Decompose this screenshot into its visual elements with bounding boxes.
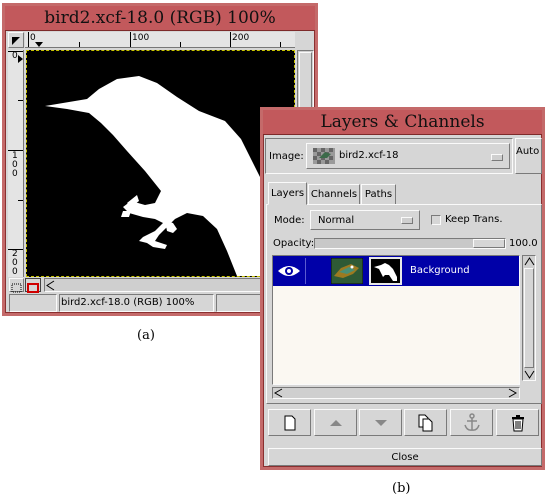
image-selector-panel: Image: bird2.xcf-18 (265, 138, 513, 174)
horizontal-ruler[interactable]: 0 100 200 (25, 32, 295, 48)
layers-list[interactable]: Background (272, 255, 520, 385)
mode-select[interactable]: Normal (310, 210, 420, 230)
raise-layer-button[interactable] (314, 409, 357, 436)
anchor-layer-button[interactable] (450, 409, 493, 436)
tab-layers[interactable]: Layers (268, 182, 307, 205)
layer-thumbnail (331, 258, 363, 284)
opacity-label: Opacity: (273, 238, 315, 249)
tab-channels[interactable]: Channels (308, 184, 360, 205)
eye-icon[interactable] (277, 263, 301, 279)
menu-arrow-icon (12, 37, 20, 45)
tab-channels-label: Channels (310, 189, 358, 200)
mode-label: Mode: (274, 215, 305, 226)
duplicate-layer-button[interactable] (404, 409, 447, 436)
scroll-up-icon (524, 257, 535, 266)
menu-arrow-button[interactable] (8, 32, 24, 48)
anchor-layer-icon (463, 412, 480, 431)
quick-mask-on-icon (27, 283, 39, 293)
raise-layer-icon (329, 419, 342, 426)
image-status-text: bird2.xcf-18.0 (RGB) 100% (59, 294, 214, 312)
quick-mask-off-button[interactable] (9, 278, 24, 293)
close-button-label: Close (391, 451, 419, 463)
ruler-label-100: 100 (132, 33, 150, 43)
layers-tab-panel: Mode: Normal Keep Trans. Opacity: 100.0 (266, 204, 542, 404)
layer-name: Background (410, 265, 470, 276)
layers-window-title[interactable]: Layers & Channels (263, 110, 542, 135)
ruler-pointer-icon (35, 42, 43, 47)
opacity-slider[interactable] (314, 238, 506, 249)
bird-silhouette (45, 76, 293, 276)
ruler-label-200: 200 (232, 33, 250, 43)
ruler-label-v100: 100 (12, 151, 18, 179)
image-canvas[interactable] (26, 50, 295, 277)
keep-trans-label: Keep Trans. (445, 214, 503, 225)
auto-button[interactable]: Auto (515, 138, 542, 174)
trash-icon (511, 414, 524, 431)
image-select-indicator-icon (491, 154, 503, 161)
close-button[interactable]: Close (268, 448, 542, 466)
checker-thumbnail-icon (313, 148, 335, 164)
opacity-value: 100.0 (509, 238, 538, 249)
image-window-title[interactable]: bird2.xcf-18.0 (RGB) 100% (5, 6, 315, 31)
scroll-left-list-icon (274, 388, 283, 398)
image-select[interactable]: bird2.xcf-18 (306, 143, 510, 169)
vertical-ruler[interactable]: 0 100 200 (8, 50, 24, 277)
link-toggle[interactable] (305, 258, 327, 284)
coordinates-field (9, 294, 57, 312)
scroll-down-icon (524, 370, 535, 379)
scroll-right-list-icon (508, 388, 517, 398)
tab-paths-label: Paths (364, 189, 393, 200)
ruler-label-v200: 200 (12, 249, 18, 277)
ruler-pointer-v-icon (18, 55, 23, 63)
lower-layer-icon (374, 419, 387, 426)
image-label: Image: (269, 151, 304, 162)
auto-button-label: Auto (516, 146, 540, 157)
caption-b: (b) (392, 481, 411, 496)
mode-select-indicator-icon (401, 217, 413, 224)
quick-mask-off-icon (11, 283, 22, 293)
new-layer-icon (284, 415, 295, 430)
caption-a: (a) (137, 328, 155, 343)
tab-paths[interactable]: Paths (361, 184, 396, 205)
layer-mask-thumbnail[interactable] (369, 257, 402, 285)
tab-layers-label: Layers (270, 188, 305, 199)
ruler-label-v0: 0 (12, 51, 18, 61)
keep-trans-checkbox[interactable] (431, 215, 441, 225)
layers-channels-window: Layers & Channels Image: bird2.xcf-18 Au… (260, 107, 545, 470)
image-horizontal-scrollbar[interactable] (44, 278, 295, 292)
new-layer-button[interactable] (268, 409, 311, 436)
scroll-left-icon (46, 280, 55, 291)
layer-row[interactable]: Background (273, 256, 519, 286)
quick-mask-on-button[interactable] (25, 278, 41, 293)
image-select-value: bird2.xcf-18 (339, 150, 399, 161)
mode-select-value: Normal (318, 215, 355, 226)
opacity-slider-thumb[interactable] (473, 239, 505, 248)
lower-layer-button[interactable] (359, 409, 402, 436)
bird-mask-icon (374, 263, 397, 281)
duplicate-layer-icon (418, 414, 432, 431)
delete-layer-button[interactable] (496, 409, 539, 436)
layers-horizontal-scrollbar[interactable] (272, 387, 520, 399)
layers-vertical-scrollbar[interactable] (522, 255, 536, 381)
layers-vertical-scroll-thumb[interactable] (524, 268, 534, 368)
